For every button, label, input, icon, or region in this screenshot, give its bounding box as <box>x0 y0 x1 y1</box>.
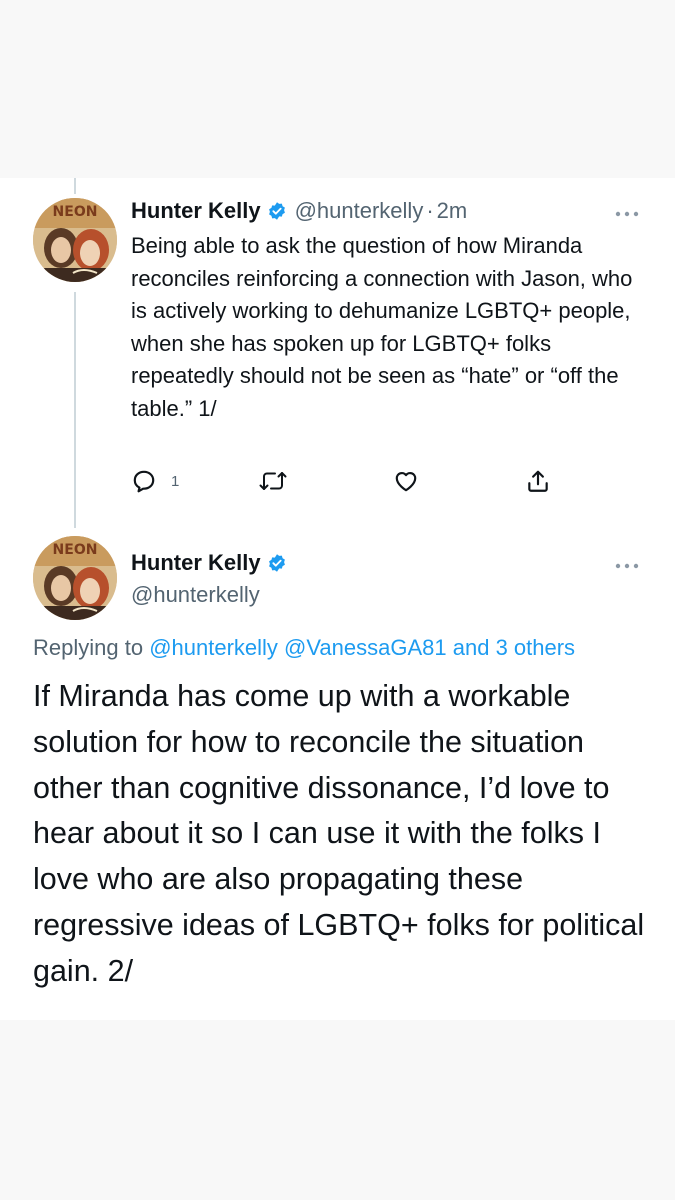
tweet-thread-card: NEON Hunter Kelly @hunterkelly · 2m Bein… <box>0 178 675 1020</box>
reply-button[interactable]: 1 <box>131 468 179 494</box>
retweet-button[interactable] <box>259 468 287 494</box>
verified-badge-icon <box>268 554 285 572</box>
verified-badge-icon <box>268 202 285 220</box>
like-button[interactable] <box>393 468 419 494</box>
tweet-text: Being able to ask the question of how Mi… <box>131 233 633 421</box>
more-icon[interactable] <box>613 561 641 571</box>
tweet-header: Hunter Kelly <box>131 550 287 576</box>
avatar-image: NEON <box>33 536 117 620</box>
display-name[interactable]: Hunter Kelly <box>131 550 261 576</box>
share-icon <box>528 470 548 492</box>
svg-text:NEON: NEON <box>53 204 98 220</box>
thread-connector <box>74 292 76 528</box>
author-handle[interactable]: @hunterkelly <box>131 582 260 608</box>
replying-to: Replying to @hunterkelly @VanessaGA81 an… <box>33 635 575 661</box>
avatar[interactable]: NEON <box>33 198 117 282</box>
mention-link[interactable]: @VanessaGA81 <box>284 635 447 660</box>
thread-connector-top <box>74 178 76 194</box>
mention-link[interactable]: @hunterkelly <box>149 635 278 660</box>
others-link[interactable]: and 3 others <box>453 635 575 660</box>
replying-to-prefix: Replying to <box>33 635 150 660</box>
share-button[interactable] <box>525 468 551 494</box>
display-name[interactable]: Hunter Kelly <box>131 198 261 224</box>
svg-text:NEON: NEON <box>53 542 98 558</box>
tweet-actions: 1 <box>131 468 561 498</box>
separator-dot: · <box>426 198 434 223</box>
retweet-icon <box>259 472 287 490</box>
reply-icon <box>133 470 155 493</box>
reply-count: 1 <box>171 472 180 490</box>
tweet-header: Hunter Kelly @hunterkelly · 2m <box>131 198 467 224</box>
tweet-text: If Miranda has come up with a workable s… <box>33 679 645 988</box>
more-icon[interactable] <box>613 209 641 219</box>
like-icon <box>395 472 417 492</box>
avatar-image: NEON <box>33 198 117 282</box>
timestamp[interactable]: 2m <box>437 198 468 224</box>
author-handle[interactable]: @hunterkelly <box>295 198 424 224</box>
avatar[interactable]: NEON <box>33 536 117 620</box>
